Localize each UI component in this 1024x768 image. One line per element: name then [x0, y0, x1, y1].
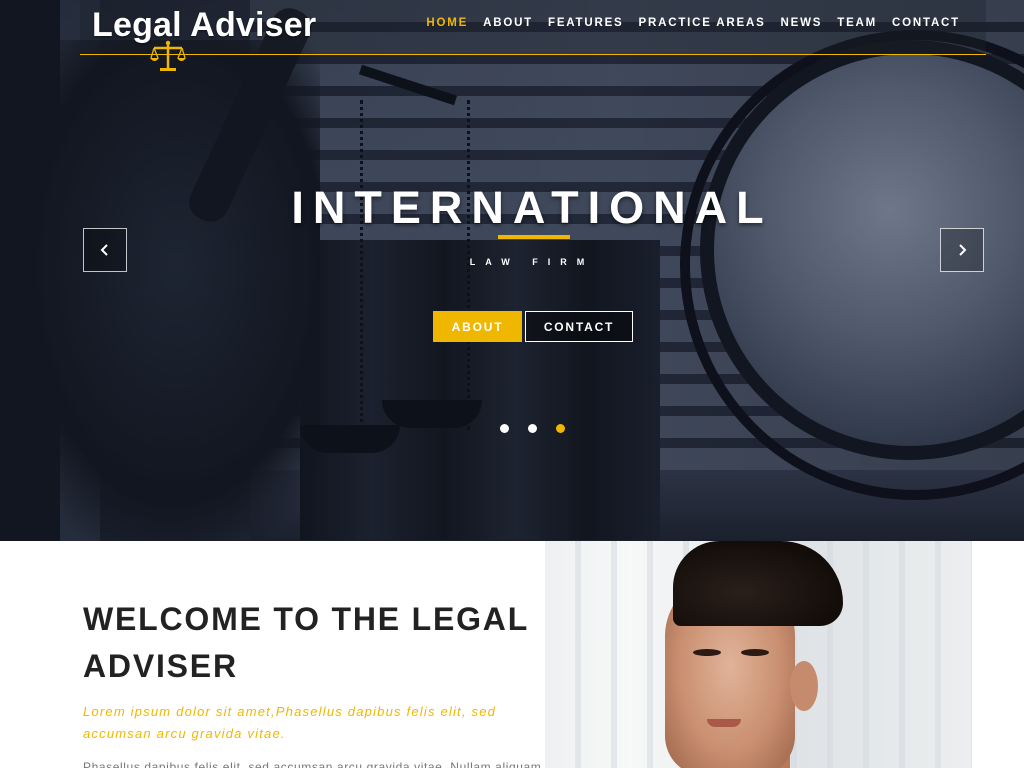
portrait-eye-left: [693, 649, 721, 656]
hero-subtitle: LAW FIRM: [469, 257, 595, 267]
portrait-hair: [673, 541, 843, 626]
slider-prev-button[interactable]: [83, 228, 127, 272]
main-nav: HOME ABOUT FEATURES PRACTICE AREAS NEWS …: [426, 17, 960, 29]
welcome-lead-text: Lorem ipsum dolor sit amet,Phasellus dap…: [83, 704, 497, 741]
slider-pagination: [500, 424, 565, 433]
chevron-right-icon: [959, 244, 967, 256]
hero-overlay: [0, 0, 1024, 541]
slider-dot-2[interactable]: [528, 424, 537, 433]
slider-dot-3[interactable]: [556, 424, 565, 433]
welcome-title: WELCOME TO THE LEGAL ADVISER: [83, 601, 529, 684]
site-logo[interactable]: Legal Adviser: [92, 6, 316, 45]
lawyer-portrait-image: [545, 541, 972, 768]
portrait-eye-right: [741, 649, 769, 656]
chevron-left-icon: [100, 244, 108, 256]
about-button[interactable]: ABOUT: [433, 311, 522, 342]
nav-item-about[interactable]: ABOUT: [483, 17, 533, 29]
welcome-body-text: Phasellus dapibus felis elit, sed accums…: [83, 760, 542, 768]
nav-item-team[interactable]: TEAM: [837, 17, 877, 29]
portrait-ear: [790, 661, 818, 711]
hero-title-underline: [498, 235, 570, 239]
portrait-mouth: [707, 719, 741, 727]
hero-slider: Legal Adviser HOME ABOUT FEATURES PRACTI…: [0, 0, 1024, 541]
scales-of-justice-icon: [150, 40, 186, 71]
nav-item-news[interactable]: NEWS: [781, 17, 823, 29]
navbar: Legal Adviser HOME ABOUT FEATURES PRACTI…: [80, 0, 986, 71]
nav-item-features[interactable]: FEATURES: [548, 17, 624, 29]
slider-dot-1[interactable]: [500, 424, 509, 433]
contact-button[interactable]: CONTACT: [525, 311, 633, 342]
nav-item-home[interactable]: HOME: [426, 17, 468, 29]
nav-item-practice-areas[interactable]: PRACTICE AREAS: [639, 17, 766, 29]
hero-title: INTERNATIONAL: [291, 182, 773, 233]
nav-item-contact[interactable]: CONTACT: [892, 17, 960, 29]
slider-next-button[interactable]: [940, 228, 984, 272]
